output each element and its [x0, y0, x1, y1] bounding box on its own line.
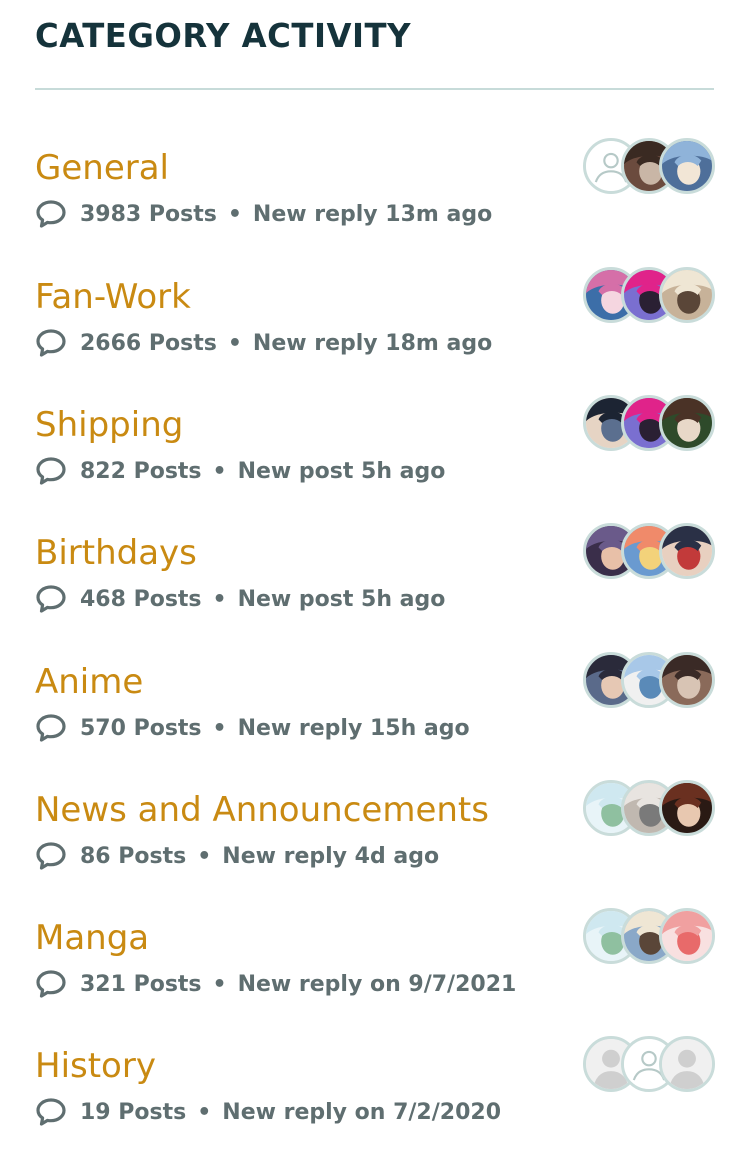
category-meta: 3983 Posts • New reply 13m ago	[35, 198, 492, 230]
category-item: Shipping 822 Posts • New post 5h ago	[35, 395, 715, 515]
title-divider	[35, 88, 714, 90]
separator-dot: •	[212, 458, 227, 484]
category-meta: 19 Posts • New reply on 7/2/2020	[35, 1096, 501, 1128]
category-activity-widget: CATEGORY ACTIVITY General 3983 Posts • New …	[0, 0, 755, 1159]
separator-dot: •	[227, 330, 242, 356]
recent-poster-avatars	[583, 267, 715, 327]
chat-bubble-icon	[35, 840, 67, 872]
latest-activity: New reply 18m ago	[252, 330, 493, 356]
category-item: Fan-Work 2666 Posts • New reply 18m ago	[35, 267, 715, 387]
category-link[interactable]: Shipping	[35, 405, 183, 445]
category-link[interactable]: News and Announcements	[35, 790, 489, 830]
post-count: 86 Posts	[80, 843, 187, 869]
category-link[interactable]: Fan-Work	[35, 277, 191, 317]
chat-bubble-icon	[35, 968, 67, 1000]
recent-poster-avatars	[583, 523, 715, 583]
category-item: News and Announcements 86 Posts • New reply…	[35, 780, 715, 900]
recent-poster-avatars	[583, 652, 715, 712]
recent-poster-avatars	[583, 138, 715, 198]
recent-poster-avatars	[583, 395, 715, 455]
category-meta: 321 Posts • New reply on 9/7/2021	[35, 968, 516, 1000]
category-item: Anime 570 Posts • New reply 15h ago	[35, 652, 715, 772]
category-meta: 468 Posts • New post 5h ago	[35, 583, 445, 615]
post-count: 468 Posts	[80, 586, 202, 612]
avatar[interactable]	[659, 523, 715, 579]
post-count: 19 Posts	[80, 1099, 187, 1125]
chat-bubble-icon	[35, 1096, 67, 1128]
separator-dot: •	[197, 1099, 212, 1125]
post-count: 2666 Posts	[80, 330, 217, 356]
chat-bubble-icon	[35, 583, 67, 615]
latest-activity: New post 5h ago	[237, 586, 446, 612]
separator-dot: •	[197, 843, 212, 869]
recent-poster-avatars	[583, 780, 715, 840]
avatar[interactable]	[659, 395, 715, 451]
chat-bubble-icon	[35, 327, 67, 359]
category-item: General 3983 Posts • New reply 13m ago	[35, 138, 715, 258]
chat-bubble-icon	[35, 455, 67, 487]
category-item: Birthdays 468 Posts • New post 5h ago	[35, 523, 715, 643]
separator-dot: •	[212, 971, 227, 997]
category-meta: 86 Posts • New reply 4d ago	[35, 840, 439, 872]
category-meta: 2666 Posts • New reply 18m ago	[35, 327, 492, 359]
latest-activity: New post 5h ago	[237, 458, 446, 484]
avatar[interactable]	[659, 908, 715, 964]
category-meta: 570 Posts • New reply 15h ago	[35, 712, 470, 744]
category-item: History 19 Posts • New reply on 7/2/2020	[35, 1036, 715, 1156]
post-count: 570 Posts	[80, 715, 202, 741]
category-link[interactable]: Manga	[35, 918, 149, 958]
category-link[interactable]: Anime	[35, 662, 143, 702]
chat-bubble-icon	[35, 712, 67, 744]
separator-dot: •	[212, 586, 227, 612]
separator-dot: •	[227, 201, 242, 227]
category-link[interactable]: History	[35, 1046, 156, 1086]
category-link[interactable]: General	[35, 148, 169, 188]
latest-activity: New reply 4d ago	[222, 843, 440, 869]
latest-activity: New reply on 7/2/2020	[222, 1099, 502, 1125]
post-count: 321 Posts	[80, 971, 202, 997]
category-item: Manga 321 Posts • New reply on 9/7/2021	[35, 908, 715, 1028]
category-link[interactable]: Birthdays	[35, 533, 197, 573]
category-meta: 822 Posts • New post 5h ago	[35, 455, 445, 487]
avatar[interactable]	[659, 138, 715, 194]
post-count: 822 Posts	[80, 458, 202, 484]
widget-title: CATEGORY ACTIVITY	[35, 16, 411, 55]
latest-activity: New reply 13m ago	[252, 201, 493, 227]
avatar[interactable]	[659, 652, 715, 708]
post-count: 3983 Posts	[80, 201, 217, 227]
recent-poster-avatars	[583, 908, 715, 968]
avatar[interactable]	[659, 1036, 715, 1092]
avatar[interactable]	[659, 267, 715, 323]
latest-activity: New reply 15h ago	[237, 715, 470, 741]
latest-activity: New reply on 9/7/2021	[237, 971, 517, 997]
chat-bubble-icon	[35, 198, 67, 230]
separator-dot: •	[212, 715, 227, 741]
recent-poster-avatars	[583, 1036, 715, 1096]
avatar[interactable]	[659, 780, 715, 836]
